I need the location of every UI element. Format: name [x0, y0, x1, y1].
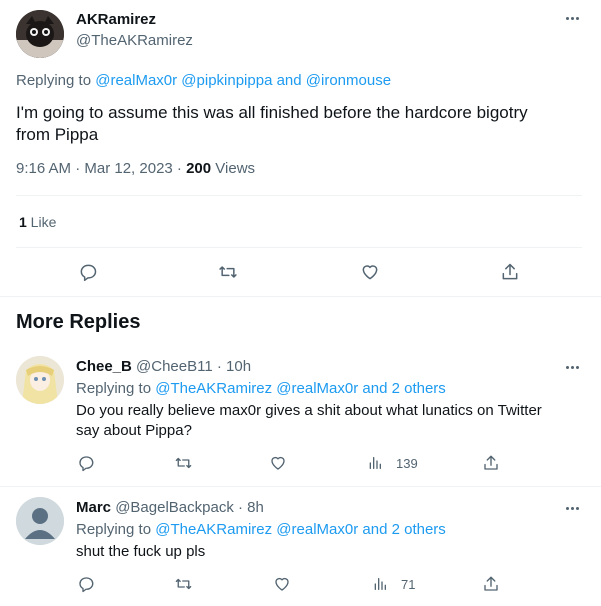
tweet-meta: 9:16 AM · Mar 12, 2023 · 200 Views	[16, 159, 255, 179]
reply-icon[interactable]	[76, 574, 96, 594]
reply-1-header: Chee_B @CheeB11 · 10h	[76, 357, 251, 377]
views-icon[interactable]	[365, 453, 385, 473]
tweet-text-line-2: from Pippa	[16, 125, 99, 144]
divider	[0, 296, 601, 297]
reply-icon[interactable]	[76, 453, 96, 473]
reply-2-text: shut the fuck up pls	[76, 542, 205, 562]
reply-1-replying-prefix: Replying to	[76, 380, 156, 397]
retweet-icon[interactable]	[173, 453, 193, 473]
avatar-akramirez[interactable]	[16, 10, 64, 58]
views-icon[interactable]	[370, 574, 390, 594]
reply-1-time[interactable]: · 10h	[213, 358, 251, 375]
author-display-name[interactable]: AKRamirez	[76, 11, 156, 29]
replying-to-mentions[interactable]: @realMax0r @pipkinpippa and @ironmouse	[95, 72, 391, 89]
reply-2-handle[interactable]: @BagelBackpack	[115, 499, 234, 516]
reply-1-text: Do you really believe max0r gives a shit…	[76, 401, 542, 441]
avatar-marc[interactable]	[16, 497, 64, 545]
divider	[16, 247, 582, 248]
reply-2-replying-to: Replying to @TheAKRamirez @realMax0r and…	[76, 520, 446, 540]
views-label: Views	[211, 160, 256, 177]
reply-1-views-count: 139	[396, 456, 418, 471]
reply-2-time[interactable]: · 8h	[234, 499, 264, 516]
section-title: More Replies	[16, 311, 141, 333]
like-icon[interactable]	[272, 574, 292, 594]
retweet-icon[interactable]	[216, 260, 240, 284]
likes-count: 1	[19, 214, 27, 230]
reply-1-replying-mentions[interactable]: @TheAKRamirez @realMax0r and 2 others	[155, 380, 446, 397]
tweet-text: I'm going to assume this was all finishe…	[16, 102, 528, 146]
reply-1-text-line-2: say about Pippa?	[76, 422, 192, 439]
share-icon[interactable]	[498, 260, 522, 284]
like-icon[interactable]	[268, 453, 288, 473]
reply-1-display-name[interactable]: Chee_B	[76, 358, 132, 375]
share-icon[interactable]	[481, 574, 501, 594]
reply-2-header: Marc @BagelBackpack · 8h	[76, 498, 264, 518]
reply-1-handle[interactable]: @CheeB11	[136, 358, 213, 375]
reply-1-replying-to: Replying to @TheAKRamirez @realMax0r and…	[76, 379, 446, 399]
reply-1-text-line-1: Do you really believe max0r gives a shit…	[76, 402, 542, 419]
divider	[0, 486, 601, 487]
divider	[16, 195, 582, 196]
reply-2-replying-mentions[interactable]: @TheAKRamirez @realMax0r and 2 others	[155, 521, 446, 538]
reply-2-views-count: 71	[401, 577, 416, 592]
reply-2-text-line-1: shut the fuck up pls	[76, 543, 206, 560]
replying-to-line: Replying to @realMax0r @pipkinpippa and …	[16, 71, 391, 91]
reply-icon[interactable]	[76, 260, 100, 284]
replying-to-prefix: Replying to	[16, 72, 96, 89]
author-handle[interactable]: @TheAKRamirez	[76, 32, 193, 50]
more-icon[interactable]	[562, 500, 582, 516]
retweet-icon[interactable]	[173, 574, 193, 594]
reply-2-replying-prefix: Replying to	[76, 521, 156, 538]
like-icon[interactable]	[358, 260, 382, 284]
likes-label: Like	[26, 214, 57, 230]
share-icon[interactable]	[481, 453, 501, 473]
more-icon[interactable]	[562, 10, 582, 26]
views-count: 200	[186, 160, 212, 177]
tweet-timestamp[interactable]: 9:16 AM · Mar 12, 2023 ·	[16, 160, 186, 177]
more-icon[interactable]	[562, 359, 582, 375]
likes-stat[interactable]: 1 Like	[19, 212, 56, 232]
reply-2-display-name[interactable]: Marc	[76, 499, 111, 516]
avatar-chee-b[interactable]	[16, 356, 64, 404]
tweet-text-line-1: I'm going to assume this was all finishe…	[16, 103, 528, 122]
